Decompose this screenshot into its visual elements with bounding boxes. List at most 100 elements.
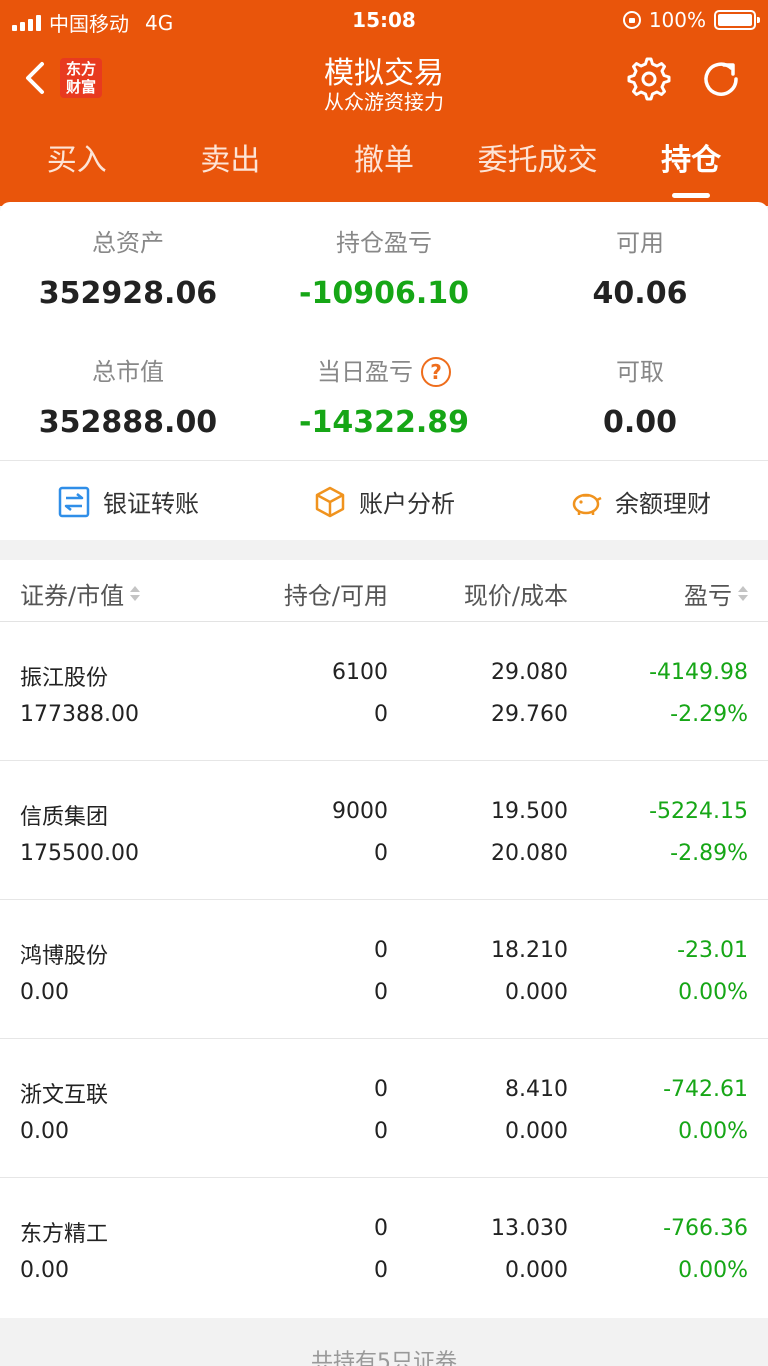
pl-amount: -5224.15 <box>649 799 748 824</box>
available-qty: 0 <box>374 1258 388 1283</box>
bank-transfer-button[interactable]: 银证转账 <box>0 461 256 542</box>
pl-amount: -4149.98 <box>649 660 748 685</box>
settings-button[interactable] <box>626 56 672 102</box>
account-analysis-button[interactable]: 账户分析 <box>256 461 512 542</box>
market-value-value: 352888.00 <box>38 405 218 440</box>
status-right: 100% <box>622 8 760 32</box>
rotation-lock-icon <box>622 11 641 29</box>
tab-orders[interactable]: 委托成交 <box>461 128 615 200</box>
pl-percent: 0.00% <box>678 1119 748 1144</box>
security-market-value: 0.00 <box>20 1119 69 1144</box>
withdrawable-funds: 可取 0.00 <box>512 357 768 440</box>
account-analysis-label: 账户分析 <box>359 490 455 518</box>
available-qty: 0 <box>374 702 388 727</box>
tab-cancel[interactable]: 撤单 <box>307 128 461 200</box>
nav-bar: 东方 财富 模拟交易 从众游资接力 <box>0 40 768 124</box>
col-pl-label: 盈亏 <box>684 582 732 610</box>
col-position-label: 持仓/可用 <box>283 582 388 610</box>
current-price: 13.030 <box>491 1216 568 1241</box>
pl-amount: -766.36 <box>663 1216 748 1241</box>
cost-price: 0.000 <box>505 1119 568 1144</box>
pl-percent: 0.00% <box>678 1258 748 1283</box>
sort-icon <box>738 586 748 601</box>
position-qty: 0 <box>374 1216 388 1241</box>
position-pl-value: -10906.10 <box>299 276 469 311</box>
available-qty: 0 <box>374 980 388 1005</box>
tab-positions[interactable]: 持仓 <box>614 128 768 200</box>
table-row[interactable]: 振江股份 177388.00 6100 0 29.080 29.760 -414… <box>0 622 768 761</box>
table-row[interactable]: 鸿博股份 0.00 0 0 18.210 0.000 -23.01 0.00% <box>0 900 768 1039</box>
available-label: 可用 <box>616 229 664 257</box>
app-header: 中国移动 4G 15:08 100% 东方 财富 模拟交易 从众游资接力 买入 … <box>0 0 768 206</box>
cost-price: 20.080 <box>491 841 568 866</box>
cost-price: 0.000 <box>505 1258 568 1283</box>
col-security-label: 证券/市值 <box>20 582 125 610</box>
daily-pl-label: 当日盈亏 <box>317 358 413 386</box>
tab-buy[interactable]: 买入 <box>0 128 154 200</box>
withdrawable-label: 可取 <box>616 358 664 386</box>
balance-finance-button[interactable]: 余额理财 <box>512 461 768 542</box>
table-row[interactable]: 浙文互联 0.00 0 0 8.410 0.000 -742.61 0.00% <box>0 1039 768 1178</box>
cost-price: 0.000 <box>505 980 568 1005</box>
security-name: 东方精工 <box>20 1222 109 1247</box>
security-market-value: 0.00 <box>20 1258 69 1283</box>
available-qty: 0 <box>374 1119 388 1144</box>
col-security[interactable]: 证券/市值 <box>20 576 141 611</box>
quick-actions: 银证转账 账户分析 余额理财 <box>0 460 768 542</box>
transfer-icon <box>58 486 90 517</box>
withdrawable-value: 0.00 <box>602 405 678 440</box>
position-qty: 9000 <box>332 799 388 824</box>
pl-percent: -2.29% <box>670 702 748 727</box>
total-assets: 总资产 352928.06 <box>0 228 256 311</box>
security-market-value: 175500.00 <box>20 841 139 866</box>
account-summary: 总资产 352928.06 持仓盈亏 -10906.10 可用 40.06 总市… <box>0 202 768 540</box>
position-qty: 6100 <box>332 660 388 685</box>
table-row[interactable]: 信质集团 175500.00 9000 0 19.500 20.080 -522… <box>0 761 768 900</box>
table-row[interactable]: 东方精工 0.00 0 0 13.030 0.000 -766.36 0.00% <box>0 1178 768 1317</box>
available-qty: 0 <box>374 841 388 866</box>
piggy-bank-icon <box>572 493 602 515</box>
security-market-value: 0.00 <box>20 980 69 1005</box>
col-price: 现价/成本 <box>464 576 568 611</box>
pl-amount: -23.01 <box>677 938 748 963</box>
refresh-button[interactable] <box>698 56 744 102</box>
pl-percent: -2.89% <box>670 841 748 866</box>
security-name: 鸿博股份 <box>20 944 109 969</box>
available-value: 40.06 <box>592 276 688 311</box>
position-pl-label: 持仓盈亏 <box>336 229 432 257</box>
market-value-label: 总市值 <box>92 358 164 386</box>
available-funds: 可用 40.06 <box>512 228 768 311</box>
position-qty: 0 <box>374 1077 388 1102</box>
daily-pl-label-row: 当日盈亏 ? <box>256 357 512 387</box>
pl-percent: 0.00% <box>678 980 748 1005</box>
col-price-label: 现价/成本 <box>463 582 568 610</box>
security-name: 振江股份 <box>20 666 109 691</box>
cube-icon <box>315 486 345 517</box>
col-pl[interactable]: 盈亏 <box>684 576 748 611</box>
current-price: 29.080 <box>491 660 568 685</box>
pl-amount: -742.61 <box>663 1077 748 1102</box>
tab-sell[interactable]: 卖出 <box>154 128 308 200</box>
current-price: 18.210 <box>491 938 568 963</box>
total-assets-value: 352928.06 <box>38 276 218 311</box>
refresh-icon <box>704 62 738 96</box>
table-header: 证券/市值 持仓/可用 现价/成本 盈亏 <box>0 560 768 622</box>
col-position: 持仓/可用 <box>284 576 388 611</box>
daily-pl: 当日盈亏 ? -14322.89 <box>256 357 512 440</box>
battery-icon <box>714 10 760 30</box>
positions-table: 证券/市值 持仓/可用 现价/成本 盈亏 振江股份 177388.00 6100… <box>0 560 768 1366</box>
trade-tabs: 买入 卖出 撤单 委托成交 持仓 <box>0 128 768 200</box>
position-pl: 持仓盈亏 -10906.10 <box>256 228 512 311</box>
balance-finance-label: 余额理财 <box>615 490 711 518</box>
bank-transfer-label: 银证转账 <box>103 490 199 518</box>
security-market-value: 177388.00 <box>20 702 139 727</box>
position-qty: 0 <box>374 938 388 963</box>
gear-icon <box>627 57 671 101</box>
current-price: 8.410 <box>505 1077 568 1102</box>
current-price: 19.500 <box>491 799 568 824</box>
market-value: 总市值 352888.00 <box>0 357 256 440</box>
security-name: 信质集团 <box>20 805 109 830</box>
holdings-count: 共持有5只证券 <box>0 1318 768 1366</box>
sort-icon <box>130 586 141 601</box>
help-icon[interactable]: ? <box>421 357 451 387</box>
